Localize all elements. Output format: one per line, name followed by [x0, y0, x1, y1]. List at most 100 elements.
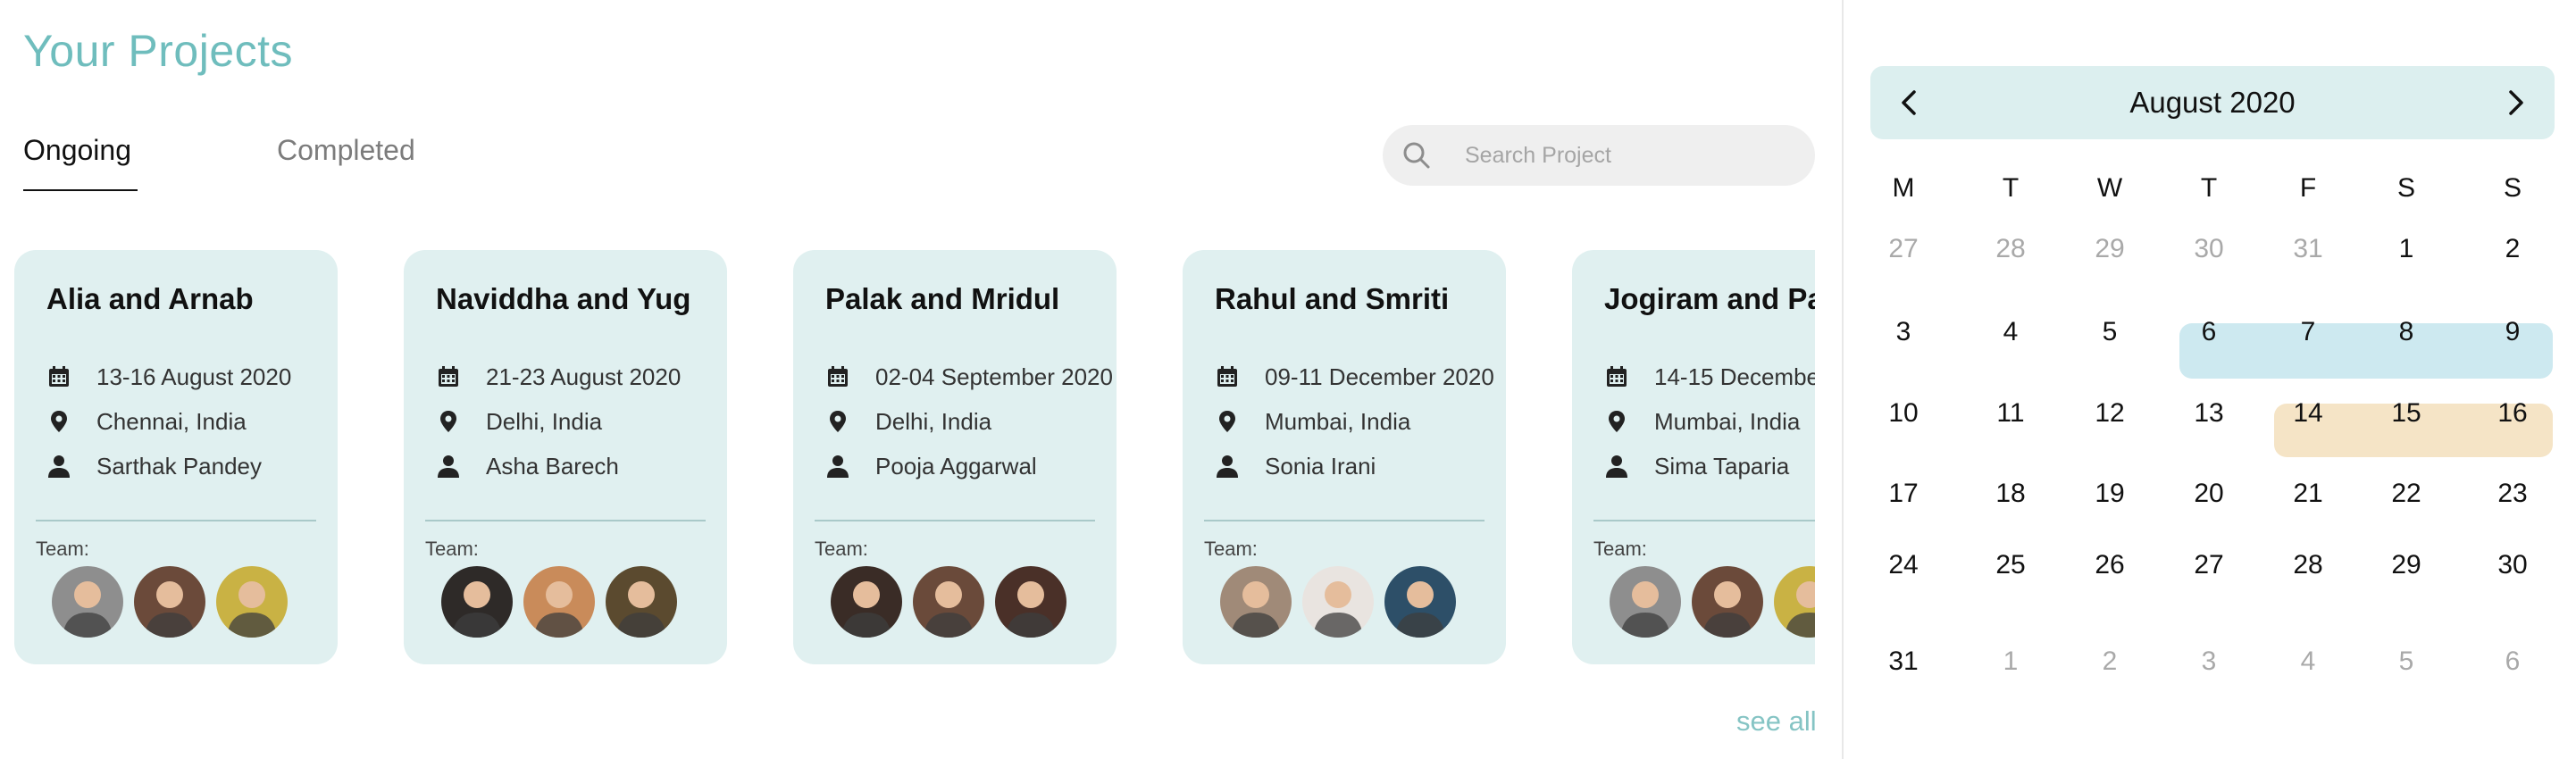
calendar-day[interactable]: 4 — [2268, 644, 2348, 680]
location-pin-icon — [1219, 411, 1235, 432]
active-tab-underline — [23, 189, 138, 191]
project-owner: Asha Barech — [486, 453, 619, 480]
calendar-day[interactable]: 17 — [1863, 476, 1944, 512]
avatar[interactable] — [523, 566, 595, 638]
calendar-day[interactable]: 9 — [2472, 314, 2553, 350]
avatar[interactable] — [52, 566, 123, 638]
weekday-label: S — [2396, 173, 2415, 203]
calendar-header: August 2020 — [1870, 66, 2555, 139]
avatar[interactable] — [831, 566, 902, 638]
project-card[interactable]: Palak and Mridul 02-04 September 2020 De… — [793, 250, 1117, 664]
calendar-day[interactable]: 29 — [2366, 547, 2446, 583]
avatar[interactable] — [134, 566, 205, 638]
avatar[interactable] — [1302, 566, 1374, 638]
tab-ongoing[interactable]: Ongoing — [23, 134, 131, 167]
weekday-label: F — [2299, 173, 2317, 203]
team-label: Team: — [1204, 538, 1258, 560]
search-bar[interactable] — [1383, 125, 1815, 186]
weekday-label: T — [2200, 173, 2218, 203]
person-icon — [48, 455, 70, 478]
see-all-link[interactable]: see all — [1736, 705, 1817, 738]
calendar-day[interactable]: 19 — [2070, 476, 2150, 512]
calendar-day[interactable]: 1 — [1970, 644, 2051, 680]
calendar-day[interactable]: 4 — [1970, 314, 2051, 350]
weekday-label: W — [2096, 173, 2123, 203]
calendar-day[interactable]: 10 — [1863, 396, 1944, 431]
project-owner: Sarthak Pandey — [96, 453, 263, 480]
avatar[interactable] — [1774, 566, 1815, 638]
calendar-icon — [1217, 366, 1237, 387]
calendar-day[interactable]: 12 — [2070, 396, 2150, 431]
project-name: Naviddha and Yug — [436, 282, 691, 315]
project-name: Alia and Arnab — [46, 282, 254, 315]
project-card[interactable]: Alia and Arnab 13-16 August 2020 Chennai… — [14, 250, 338, 664]
weekday-label: T — [2002, 173, 2020, 203]
project-location: Delhi, India — [875, 408, 992, 435]
calendar-day[interactable]: 3 — [1863, 314, 1944, 350]
calendar-day[interactable]: 13 — [2169, 396, 2249, 431]
project-owner: Pooja Aggarwal — [875, 453, 1037, 480]
avatar[interactable] — [441, 566, 513, 638]
calendar-day[interactable]: 7 — [2268, 314, 2348, 350]
avatar[interactable] — [1610, 566, 1681, 638]
calendar-month-label: August 2020 — [2129, 86, 2296, 119]
calendar-day[interactable]: 8 — [2366, 314, 2446, 350]
avatar[interactable] — [1384, 566, 1456, 638]
tab-completed[interactable]: Completed — [277, 134, 415, 167]
project-dates: 09-11 December 2020 — [1265, 363, 1494, 390]
calendar-day[interactable]: 1 — [2366, 231, 2446, 267]
person-icon — [438, 455, 459, 478]
project-location: Mumbai, India — [1654, 408, 1801, 435]
project-card[interactable]: Jogiram and Parul 14-15 December 2020 Mu… — [1572, 250, 1815, 664]
calendar-day[interactable]: 27 — [2169, 547, 2249, 583]
calendar-day[interactable]: 23 — [2472, 476, 2553, 512]
calendar-day[interactable]: 21 — [2268, 476, 2348, 512]
calendar-icon — [1607, 366, 1627, 387]
calendar-day[interactable]: 25 — [1970, 547, 2051, 583]
calendar-day[interactable]: 29 — [2070, 231, 2150, 267]
chevron-right-icon[interactable] — [2497, 85, 2533, 121]
project-name: Rahul and Smriti — [1215, 282, 1450, 315]
calendar-day[interactable]: 31 — [2268, 231, 2348, 267]
project-location: Chennai, India — [96, 408, 247, 435]
calendar-day[interactable]: 20 — [2169, 476, 2249, 512]
calendar-day[interactable]: 6 — [2169, 314, 2249, 350]
calendar-day[interactable]: 31 — [1863, 644, 1944, 680]
calendar-day[interactable]: 3 — [2169, 644, 2249, 680]
calendar-day[interactable]: 5 — [2366, 644, 2446, 680]
location-pin-icon — [1609, 411, 1625, 432]
search-input[interactable] — [1465, 134, 1795, 177]
calendar-day[interactable]: 11 — [1970, 396, 2051, 431]
team-label: Team: — [1593, 538, 1647, 560]
calendar-day[interactable]: 14 — [2268, 396, 2348, 431]
avatar[interactable] — [1220, 566, 1292, 638]
avatar[interactable] — [1692, 566, 1763, 638]
calendar-day[interactable]: 27 — [1863, 231, 1944, 267]
project-owner: Sima Taparia — [1654, 453, 1790, 480]
calendar-day[interactable]: 26 — [2070, 547, 2150, 583]
calendar-day[interactable]: 28 — [2268, 547, 2348, 583]
calendar-day[interactable]: 28 — [1970, 231, 2051, 267]
calendar-day[interactable]: 6 — [2472, 644, 2553, 680]
calendar-day[interactable]: 15 — [2366, 396, 2446, 431]
card-divider — [815, 520, 1095, 521]
project-card[interactable]: Naviddha and Yug 21-23 August 2020 Delhi… — [404, 250, 727, 664]
project-card[interactable]: Rahul and Smriti 09-11 December 2020 Mum… — [1183, 250, 1506, 664]
calendar-day[interactable]: 2 — [2472, 231, 2553, 267]
calendar-day[interactable]: 18 — [1970, 476, 2051, 512]
avatar[interactable] — [995, 566, 1066, 638]
calendar-day[interactable]: 30 — [2472, 547, 2553, 583]
calendar-day[interactable]: 24 — [1863, 547, 1944, 583]
avatar[interactable] — [606, 566, 677, 638]
calendar-day[interactable]: 5 — [2070, 314, 2150, 350]
avatar[interactable] — [216, 566, 288, 638]
calendar-day[interactable]: 16 — [2472, 396, 2553, 431]
calendar-icon — [439, 366, 458, 387]
chevron-left-icon[interactable] — [1892, 85, 1928, 121]
calendar-day[interactable]: 2 — [2070, 644, 2150, 680]
calendar-day[interactable]: 30 — [2169, 231, 2249, 267]
calendar-day[interactable]: 22 — [2366, 476, 2446, 512]
weekday-label: S — [2503, 173, 2522, 203]
avatar[interactable] — [913, 566, 984, 638]
team-label: Team: — [36, 538, 89, 560]
